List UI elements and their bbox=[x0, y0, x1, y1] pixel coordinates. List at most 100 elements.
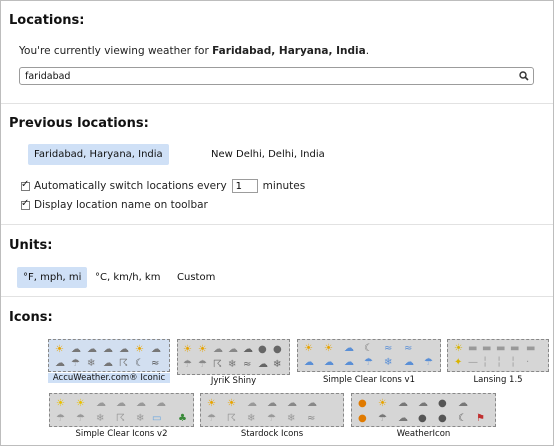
previous-location-new-delhi[interactable]: New Delhi, Delhi, India bbox=[205, 144, 331, 165]
iconset-accuweather[interactable]: ☀ ☁ ☁ ☁ ☁ ☀ ☁ ☁ ☂ ❄ ☁ ☈ ☾ ≈ AccuWeather.… bbox=[48, 339, 170, 386]
rain-icon: ☂ bbox=[267, 413, 276, 424]
sun-icon: ☀ bbox=[55, 344, 64, 355]
sun-icon: ☀ bbox=[454, 343, 463, 354]
iconset-label: JyriK Shiny bbox=[210, 376, 257, 386]
wind-icon: ≈ bbox=[151, 358, 160, 369]
cloud-icon: ▬ bbox=[526, 343, 536, 354]
snow-icon: · bbox=[526, 357, 530, 368]
cloud-icon: ☁ bbox=[267, 398, 277, 409]
sun-icon: ☀ bbox=[227, 398, 236, 409]
cloud-icon: ☁ bbox=[87, 344, 97, 355]
sun-icon: ☀ bbox=[56, 398, 65, 409]
separator bbox=[1, 296, 553, 297]
storm-icon: ☈ bbox=[119, 358, 128, 369]
previous-locations-heading: Previous locations: bbox=[9, 116, 149, 131]
locations-heading: Locations: bbox=[9, 13, 85, 28]
rain-icon: ☂ bbox=[56, 413, 65, 424]
cloud-icon: ☁ bbox=[136, 398, 146, 409]
iconset-simple-clear-v2[interactable]: ☀ ☀ ☁ ☁ ☁ ☁ ☂ ☂ ❄ ☈ ❄ ▭ ♣ Simple Clear I… bbox=[49, 393, 194, 440]
storm-icon: ☈ bbox=[116, 413, 125, 424]
iconset-simple-clear-v1[interactable]: ☀ ☀ ☁ ☾ ≈ ≈ ☁ ☁ ☁ ☂ ❄ ☁ ☂ Simple Clear I… bbox=[297, 339, 441, 386]
storm-icon: ☈ bbox=[227, 413, 236, 424]
rain-icon: ☂ bbox=[364, 357, 373, 368]
iconset-stardock[interactable]: ☀ ☀ ☁ ☁ ☁ ☁ ☂ ☈ ❄ ☂ ❄ ≈ Stardock Icons bbox=[200, 393, 344, 440]
cloud-icon: ☁ bbox=[404, 357, 414, 368]
rain-icon: ☂ bbox=[424, 357, 433, 368]
cloud-icon: ▬ bbox=[468, 343, 478, 354]
wind-icon: ≈ bbox=[384, 343, 393, 354]
cloud-icon: ☁ bbox=[304, 357, 314, 368]
cloud-icon: ☁ bbox=[103, 344, 113, 355]
iconset-label: AccuWeather.com® Iconic bbox=[48, 373, 170, 383]
cloud-icon: ☁ bbox=[287, 398, 297, 409]
rain-icon: ☂ bbox=[207, 413, 216, 424]
cloud-icon: ☁ bbox=[344, 357, 354, 368]
cloud-icon: ● bbox=[438, 413, 447, 424]
minutes-label: minutes bbox=[262, 180, 306, 192]
units-imperial-option[interactable]: °F, mph, mi bbox=[17, 267, 88, 288]
snow-icon: ❄ bbox=[247, 413, 256, 424]
auto-switch-checkbox[interactable] bbox=[21, 179, 30, 191]
iconset-preview: ☀ ☁ ☁ ☁ ☁ ☀ ☁ ☁ ☂ ❄ ☁ ☈ ☾ ≈ bbox=[48, 339, 170, 372]
separator bbox=[1, 224, 553, 225]
auto-switch-minutes-input[interactable] bbox=[231, 179, 258, 193]
iconset-preview: ☀ ☀ ☁ ☾ ≈ ≈ ☁ ☁ ☁ ☂ ❄ ☁ ☂ bbox=[297, 339, 441, 372]
snow-icon: ❄ bbox=[287, 413, 296, 424]
moon-icon: ● bbox=[258, 344, 267, 355]
iconset-label: Simple Clear Icons v1 bbox=[323, 375, 415, 385]
current-location-name: Faridabad, Haryana, India bbox=[212, 45, 366, 57]
cloud-icon: ☁ bbox=[116, 398, 126, 409]
wind-icon: — bbox=[468, 357, 478, 368]
units-metric-option[interactable]: °C, km/h, km bbox=[89, 267, 166, 288]
icons-heading: Icons: bbox=[9, 310, 53, 325]
units-custom-option[interactable]: Custom bbox=[171, 267, 221, 288]
display-name-checkbox[interactable] bbox=[21, 198, 30, 210]
cloud-icon: ☁ bbox=[71, 344, 81, 355]
sun-icon: ☀ bbox=[183, 344, 192, 355]
cloud-icon: ▬ bbox=[482, 343, 492, 354]
location-search-input[interactable] bbox=[25, 69, 505, 83]
sun-icon: ☀ bbox=[198, 344, 207, 355]
iconset-preview: ☀ ☀ ☁ ☁ ☁ ☁ ☂ ☈ ❄ ☂ ❄ ≈ bbox=[200, 393, 344, 427]
windsock-icon: ⚑ bbox=[476, 413, 485, 424]
auto-switch-label: Automatically switch locations every bbox=[34, 180, 227, 192]
cloud-icon: ▬ bbox=[510, 343, 520, 354]
cloud-icon: ☁ bbox=[344, 343, 354, 354]
tree-icon: ♣ bbox=[178, 413, 187, 424]
snow-icon: ❄ bbox=[96, 413, 105, 424]
rain-icon: ☂ bbox=[76, 413, 85, 424]
iconset-weathericon[interactable]: ● ☀ ☁ ☁ ● ☁ ● ☂ ☁ ● ● ☾ ⚑ WeatherIcon bbox=[351, 393, 496, 440]
search-icon[interactable] bbox=[518, 70, 530, 82]
moon-icon: ● bbox=[438, 398, 447, 409]
iconset-preview: ● ☀ ☁ ☁ ● ☁ ● ☂ ☁ ● ● ☾ ⚑ bbox=[351, 393, 496, 427]
sun-icon: ☀ bbox=[304, 343, 313, 354]
sun-icon: ☀ bbox=[378, 398, 387, 409]
rain-icon: ☂ bbox=[183, 359, 192, 370]
sun-icon: ☀ bbox=[76, 398, 85, 409]
storm-icon: ☈ bbox=[213, 359, 222, 370]
moon-icon: ☾ bbox=[135, 358, 144, 369]
rain-icon: ╎ bbox=[496, 357, 503, 368]
iconset-label: Lansing 1.5 bbox=[473, 375, 523, 385]
cloud-icon: ☁ bbox=[96, 398, 106, 409]
iconset-preview: ☀ ▬ ▬ ▬ ▬ ▬ ✦ — ╎ ╎ ╎ · bbox=[447, 339, 549, 372]
iconset-preview: ☀ ☀ ☁ ☁ ☁ ● ● ☂ ☂ ☈ ❄ ≈ ☁ ❄ bbox=[177, 339, 290, 375]
iconset-label: Simple Clear Icons v2 bbox=[75, 429, 168, 439]
previous-location-faridabad[interactable]: Faridabad, Haryana, India bbox=[28, 144, 169, 165]
location-search-box[interactable] bbox=[19, 67, 534, 85]
snow-icon: ❄ bbox=[273, 359, 282, 370]
moon-icon: ☾ bbox=[364, 343, 373, 354]
separator bbox=[1, 103, 553, 104]
cloud-icon: ☁ bbox=[243, 344, 253, 355]
snow-icon: ❄ bbox=[136, 413, 145, 424]
iconset-jyrik-shiny[interactable]: ☀ ☀ ☁ ☁ ☁ ● ● ☂ ☂ ☈ ❄ ≈ ☁ ❄ JyriK Shiny bbox=[177, 339, 290, 386]
rain-icon: ╎ bbox=[510, 357, 517, 368]
iconset-lansing[interactable]: ☀ ▬ ▬ ▬ ▬ ▬ ✦ — ╎ ╎ ╎ · Lansing 1.5 bbox=[447, 339, 549, 386]
units-heading: Units: bbox=[9, 238, 53, 253]
cloud-icon: ☁ bbox=[247, 398, 257, 409]
rain-icon: ╎ bbox=[482, 357, 489, 368]
cloud-icon: ☁ bbox=[324, 357, 334, 368]
sun-icon: ● bbox=[358, 413, 367, 424]
cloud-icon: ☁ bbox=[307, 398, 317, 409]
cloud-icon: ☁ bbox=[418, 398, 428, 409]
